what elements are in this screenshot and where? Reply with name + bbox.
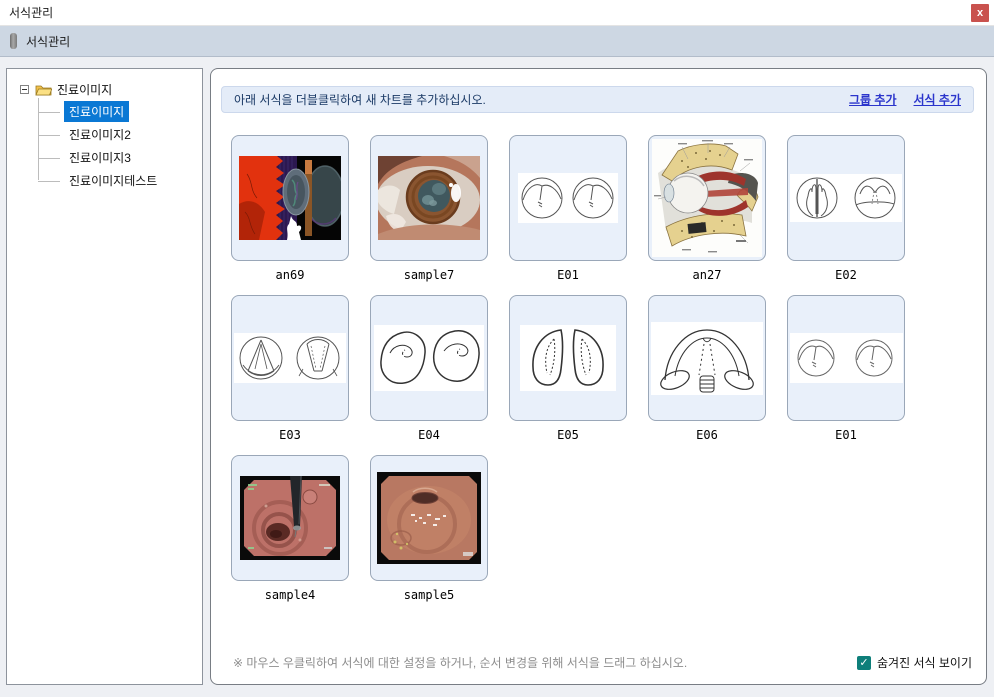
- form-thumbnail[interactable]: [648, 135, 766, 261]
- form-card-label: E03: [231, 428, 349, 442]
- form-card-label: an27: [648, 268, 766, 282]
- form-card[interactable]: E03: [231, 295, 349, 442]
- e03-larynx-diagram: [234, 333, 346, 383]
- form-card-label: E04: [370, 428, 488, 442]
- e05-lung-lobes-diagram: [520, 325, 616, 391]
- instruction-bar: 아래 서식을 더블클릭하여 새 차트를 추가하십시오. 그룹 추가 서식 추가: [221, 86, 974, 113]
- grip-icon: [10, 33, 17, 49]
- form-card[interactable]: E05: [509, 295, 627, 442]
- e06-epiglottis-diagram: [651, 322, 763, 395]
- add-form-link[interactable]: 서식 추가: [914, 91, 962, 108]
- tree-root-label: 진료이미지: [57, 81, 112, 98]
- form-thumbnail[interactable]: [509, 295, 627, 421]
- add-group-link[interactable]: 그룹 추가: [849, 91, 897, 108]
- form-thumbnail[interactable]: [231, 455, 349, 581]
- form-card-label: E01: [787, 428, 905, 442]
- form-card[interactable]: sample4: [231, 455, 349, 602]
- sample7-eye-photo: [378, 156, 480, 240]
- form-thumbnail[interactable]: [787, 295, 905, 421]
- sample5-endoscopy-photo: [377, 472, 481, 564]
- form-card-label: sample4: [231, 588, 349, 602]
- an27-orbit-anatomy-image: [652, 139, 762, 257]
- e01-eardrum-diagram-small: [790, 333, 903, 383]
- tree-item-jinryo-image2[interactable]: 진료이미지2: [38, 123, 202, 146]
- tree-item-label: 진료이미지: [64, 101, 129, 122]
- form-thumbnail[interactable]: [370, 135, 488, 261]
- toolbar-title: 서식관리: [26, 33, 70, 50]
- form-tree-panel: 진료이미지 진료이미지 진료이미지2 진료이미지3 진료이미지테스트: [6, 68, 203, 685]
- form-card[interactable]: an27: [648, 135, 766, 282]
- e01-eardrum-diagram: [518, 173, 618, 223]
- form-card[interactable]: sample7: [370, 135, 488, 282]
- form-card-label: E02: [787, 268, 905, 282]
- footer-note: ※ 마우스 우클릭하여 서식에 대한 설정을 하거나, 순서 변경을 위해 서식…: [233, 654, 687, 671]
- window-title: 서식관리: [9, 4, 53, 21]
- form-card-label: sample5: [370, 588, 488, 602]
- toolbar: 서식관리: [0, 26, 994, 57]
- form-card-label: sample7: [370, 268, 488, 282]
- tree-item-jinryo-image3[interactable]: 진료이미지3: [38, 146, 202, 169]
- form-card-label: E06: [648, 428, 766, 442]
- tree-item-jinryo-image[interactable]: 진료이미지: [38, 100, 202, 123]
- an69-abstract-eye-image: [239, 156, 341, 240]
- form-thumbnail[interactable]: [370, 455, 488, 581]
- form-card-label: E01: [509, 268, 627, 282]
- form-card[interactable]: E01: [509, 135, 627, 282]
- form-card-label: E05: [509, 428, 627, 442]
- tree-item-label: 진료이미지2: [64, 124, 136, 145]
- form-card[interactable]: sample5: [370, 455, 488, 602]
- form-thumbnail[interactable]: [231, 135, 349, 261]
- e02-vocal-cords-diagram: [790, 174, 902, 222]
- tree-item-label: 진료이미지테스트: [64, 170, 162, 191]
- folder-icon: [35, 83, 52, 96]
- form-tree: 진료이미지 진료이미지 진료이미지2 진료이미지3 진료이미지테스트: [7, 69, 202, 192]
- panel-footer: ※ 마우스 우클릭하여 서식에 대한 설정을 하거나, 순서 변경을 위해 서식…: [233, 654, 972, 671]
- form-list-panel: 아래 서식을 더블클릭하여 새 차트를 추가하십시오. 그룹 추가 서식 추가: [210, 68, 987, 685]
- form-thumbnail[interactable]: [509, 135, 627, 261]
- form-card[interactable]: E06: [648, 295, 766, 442]
- form-card[interactable]: E01: [787, 295, 905, 442]
- window-titlebar: 서식관리: [0, 0, 994, 26]
- tree-root-row[interactable]: 진료이미지: [20, 78, 202, 100]
- checkbox-check-icon[interactable]: ✓: [857, 656, 871, 670]
- form-card[interactable]: an69: [231, 135, 349, 282]
- tree-collapse-icon[interactable]: [20, 85, 29, 94]
- form-thumbnail[interactable]: [370, 295, 488, 421]
- form-card[interactable]: E02: [787, 135, 905, 282]
- form-grid: an69: [211, 113, 986, 615]
- instruction-text: 아래 서식을 더블클릭하여 새 차트를 추가하십시오.: [234, 91, 832, 108]
- e04-eardrum-pair-diagram: [374, 325, 484, 391]
- form-thumbnail[interactable]: [648, 295, 766, 421]
- show-hidden-forms-checkbox[interactable]: ✓ 숨겨진 서식 보이기: [857, 654, 972, 671]
- form-thumbnail[interactable]: [231, 295, 349, 421]
- sample4-endoscopy-photo: [240, 476, 340, 560]
- checkbox-label: 숨겨진 서식 보이기: [877, 654, 972, 671]
- form-thumbnail[interactable]: [787, 135, 905, 261]
- form-card[interactable]: E04: [370, 295, 488, 442]
- tree-children: 진료이미지 진료이미지2 진료이미지3 진료이미지테스트: [38, 100, 202, 192]
- form-card-label: an69: [231, 268, 349, 282]
- tree-item-label: 진료이미지3: [64, 147, 136, 168]
- close-icon[interactable]: x: [971, 4, 989, 22]
- tree-item-jinryo-image-test[interactable]: 진료이미지테스트: [38, 169, 202, 192]
